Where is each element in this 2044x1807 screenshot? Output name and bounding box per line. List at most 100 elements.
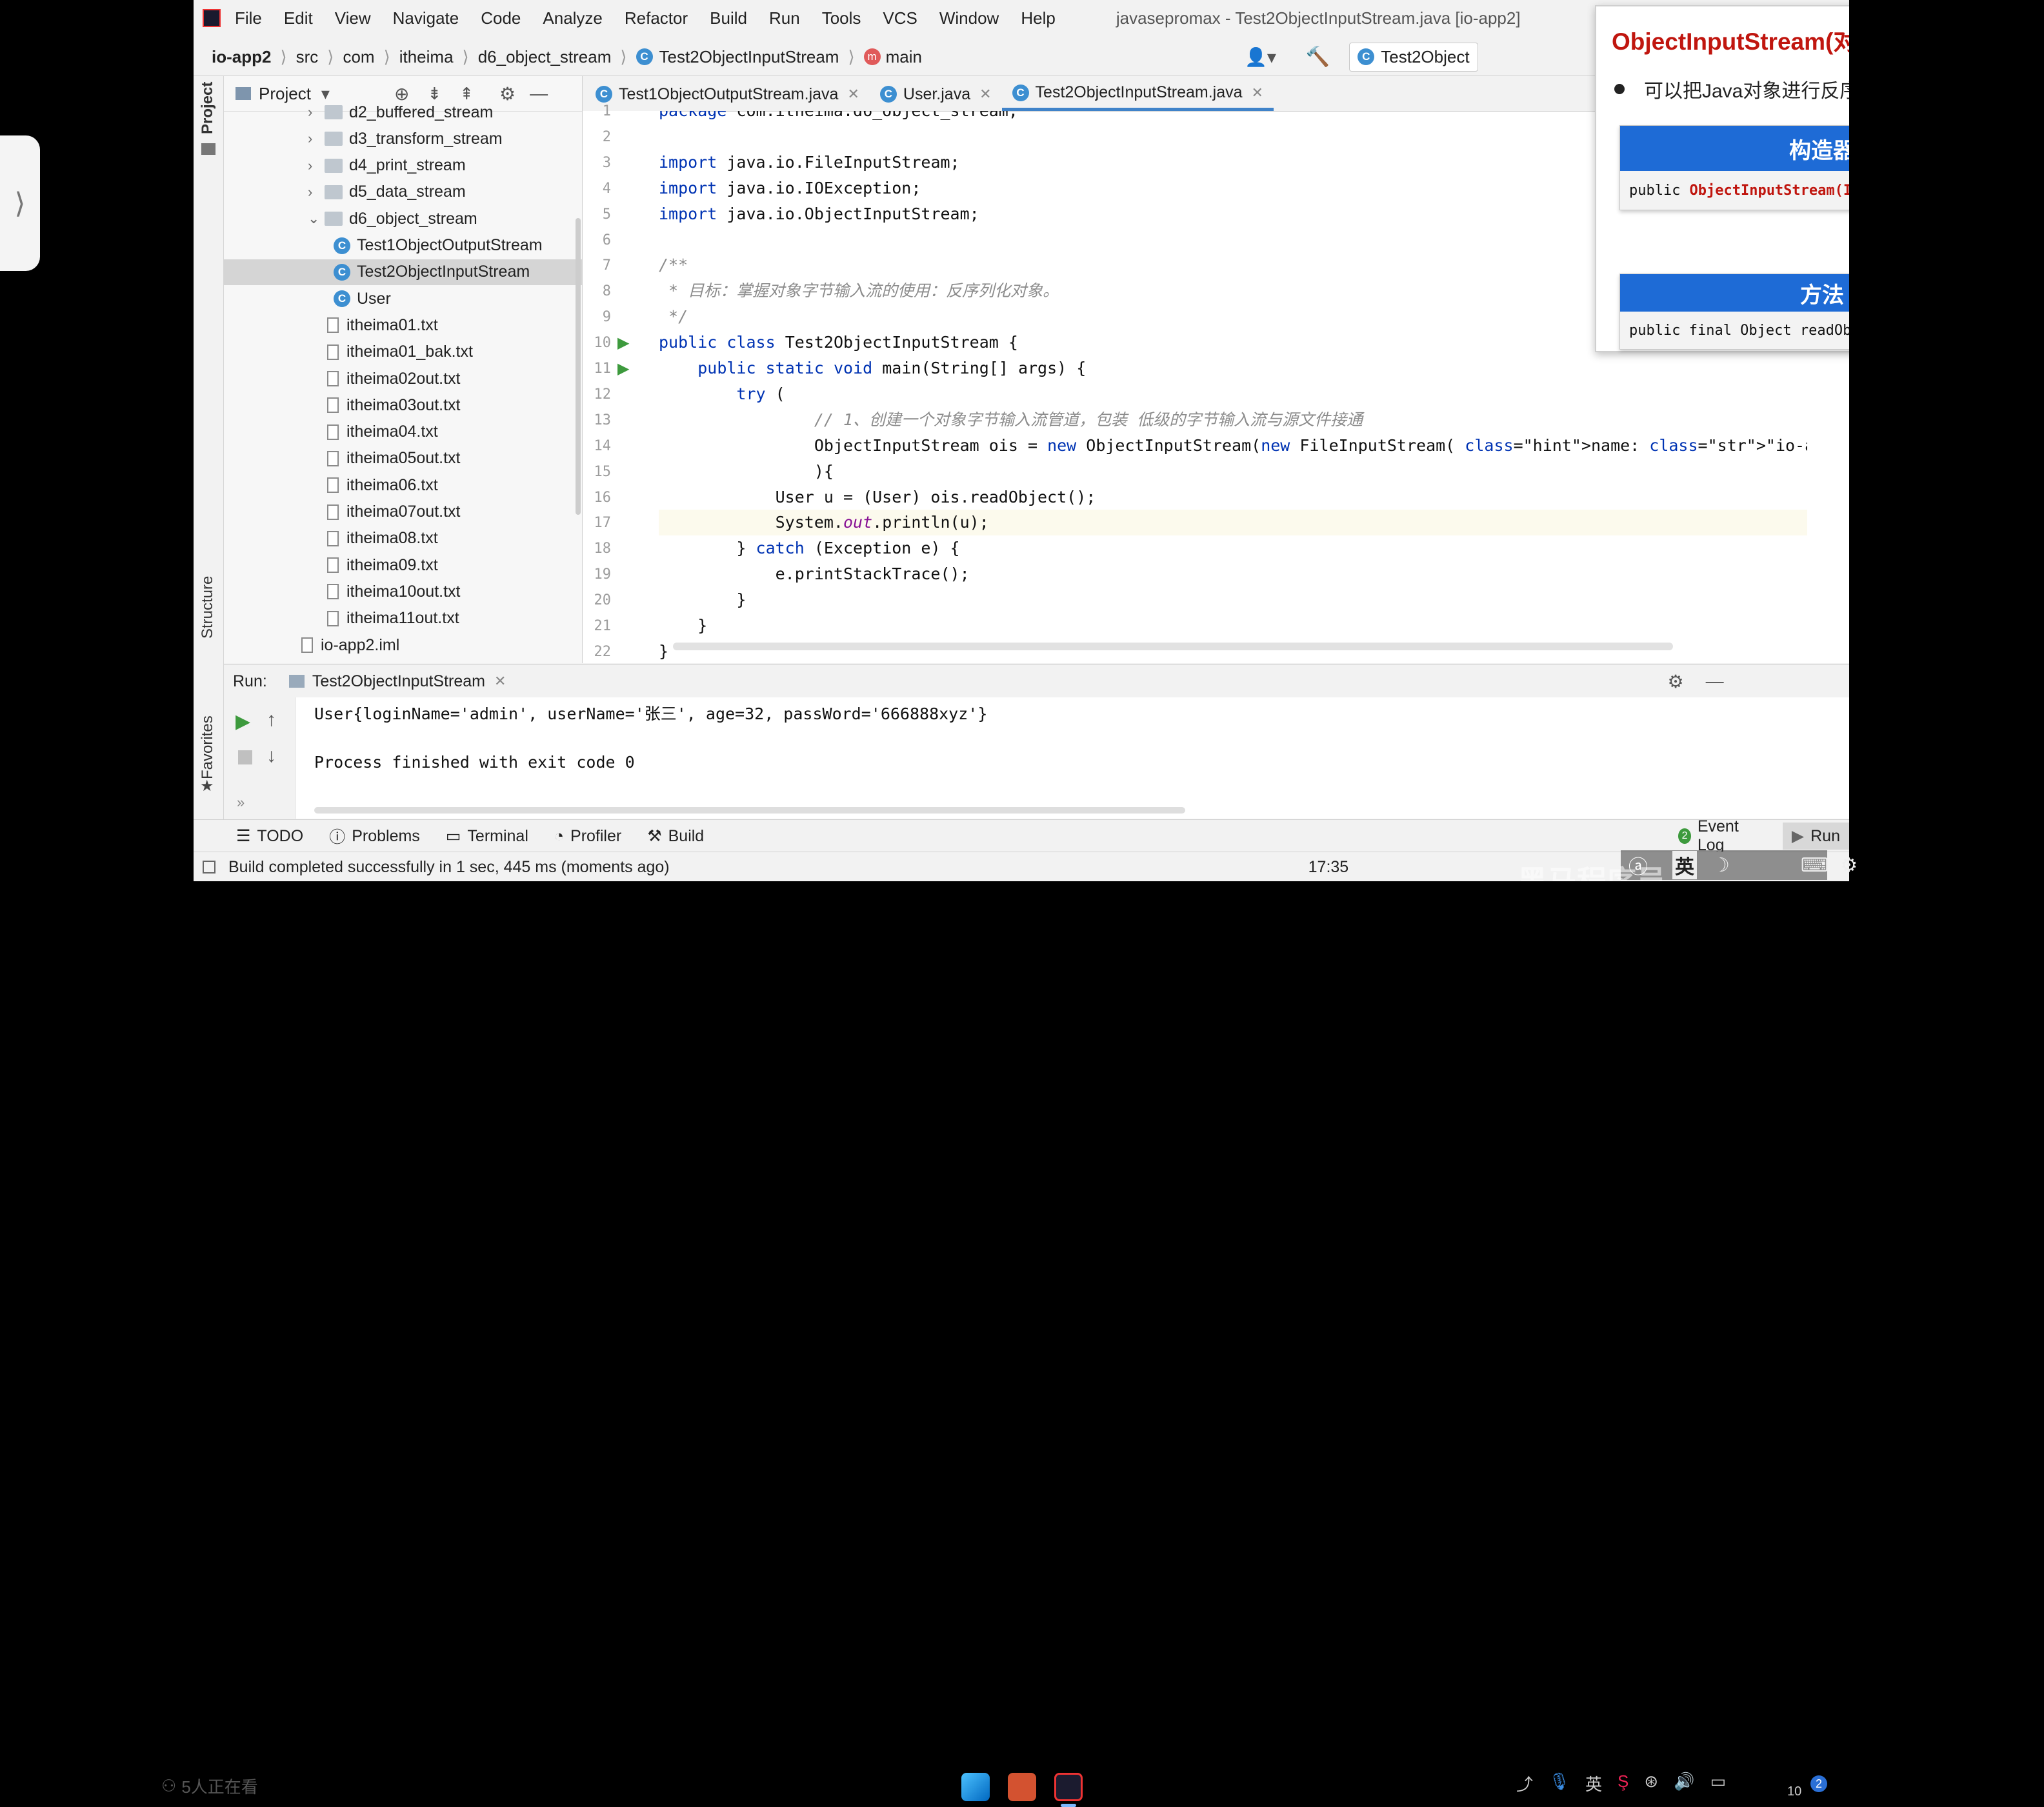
profiler-tool[interactable]: ◔ Profiler xyxy=(554,827,621,846)
ime-tray-icon[interactable]: 英 xyxy=(1585,1772,1602,1795)
event-log-tool[interactable]: 2 Event Log xyxy=(1678,817,1757,855)
run-gutter-icon[interactable]: ▶ xyxy=(617,359,629,378)
breadcrumb-itheima[interactable]: itheima xyxy=(399,47,454,67)
breadcrumb-project[interactable]: io-app2 xyxy=(212,47,271,67)
tree-item[interactable]: ⌄ d6_object_stream xyxy=(224,206,477,232)
chevron-right-icon[interactable]: › xyxy=(308,184,325,201)
menu-view[interactable]: View xyxy=(335,8,371,28)
breadcrumb-class[interactable]: Test2ObjectInputStream xyxy=(659,47,839,67)
tree-item[interactable]: › d4_print_stream xyxy=(224,153,466,179)
todo-tool[interactable]: ☰ TODO xyxy=(236,826,303,846)
s-app-icon[interactable]: Ş xyxy=(1618,1772,1628,1795)
user-icon[interactable]: 👤▾ xyxy=(1245,46,1276,68)
menu-vcs[interactable]: VCS xyxy=(883,8,917,28)
up-arrow-icon[interactable]: ↑ xyxy=(266,709,276,731)
chevron-right-icon[interactable]: › xyxy=(308,130,325,147)
tree-item[interactable]: itheima07out.txt xyxy=(224,499,461,525)
tree-item[interactable]: C Test1ObjectOutputStream xyxy=(224,233,543,259)
rerun-icon[interactable]: ▶ xyxy=(235,710,250,733)
menu-help[interactable]: Help xyxy=(1021,8,1055,28)
close-icon[interactable]: ✕ xyxy=(494,673,506,690)
tree-item[interactable]: › d5_data_stream xyxy=(224,179,466,205)
menu-analyze[interactable]: Analyze xyxy=(543,8,603,28)
tree-item[interactable]: itheima04.txt xyxy=(224,419,438,445)
close-icon[interactable]: ✕ xyxy=(847,86,859,103)
notification-badge[interactable]: 2 xyxy=(1810,1775,1827,1792)
close-icon[interactable]: ✕ xyxy=(979,86,991,103)
menu-build[interactable]: Build xyxy=(710,8,747,28)
tree-item[interactable]: › d3_transform_stream xyxy=(224,126,503,152)
menu-file[interactable]: File xyxy=(235,8,262,28)
problems-tool[interactable]: ⓘ Problems xyxy=(329,824,420,848)
minimize-icon[interactable]: — xyxy=(1706,671,1724,692)
breadcrumb-src[interactable]: src xyxy=(296,47,319,67)
down-arrow-icon[interactable]: ↓ xyxy=(266,745,276,767)
tree-item[interactable]: itheima02out.txt xyxy=(224,366,461,392)
menu-edit[interactable]: Edit xyxy=(284,8,313,28)
close-icon[interactable]: ✕ xyxy=(1252,85,1263,101)
tree-item[interactable]: itheima01_bak.txt xyxy=(224,339,473,365)
tree-item[interactable]: › d2_buffered_stream xyxy=(224,99,493,125)
tree-item[interactable]: itheima03out.txt xyxy=(224,392,461,418)
horizontal-scrollbar[interactable] xyxy=(673,643,1673,650)
volume-icon[interactable]: 🔊 xyxy=(1674,1772,1694,1795)
upload-icon[interactable]: ⤴ xyxy=(1516,1772,1533,1795)
menu-navigate[interactable]: Navigate xyxy=(393,8,459,28)
gear-icon[interactable]: ⚙ xyxy=(499,83,516,105)
tree-item[interactable]: C Test2ObjectInputStream xyxy=(224,259,582,285)
structure-tool-tab[interactable]: Structure xyxy=(199,576,217,639)
moon-icon[interactable]: ☽ xyxy=(1712,854,1730,877)
tree-item[interactable]: C User xyxy=(224,286,391,312)
run-tab[interactable]: Test2ObjectInputStream ✕ xyxy=(288,672,506,691)
build-tool[interactable]: ⚒ Build xyxy=(647,826,704,846)
editor-tab[interactable]: C Test2ObjectInputStream.java ✕ xyxy=(1001,77,1274,111)
windows-start-icon[interactable] xyxy=(961,1773,990,1801)
mic-icon[interactable]: 🎙 xyxy=(1548,1772,1570,1795)
terminal-tool[interactable]: ▭ Terminal xyxy=(446,826,528,846)
side-panel-toggle[interactable]: ⟩ xyxy=(0,135,40,271)
ime-language[interactable]: 英 xyxy=(1672,851,1697,879)
tree-item[interactable]: itheima06.txt xyxy=(224,472,438,498)
tree-item[interactable]: itheima05out.txt xyxy=(224,446,461,472)
favorites-tool-tab[interactable]: Favorites xyxy=(199,715,217,779)
tree-item[interactable]: itheima01.txt xyxy=(224,312,438,338)
breadcrumb-com[interactable]: com xyxy=(343,47,374,67)
editor-tab[interactable]: C User.java ✕ xyxy=(870,77,1002,111)
settings-icon[interactable]: ⚙ xyxy=(1840,854,1858,877)
line-number: 6 xyxy=(602,232,611,248)
tree-item[interactable]: itheima10out.txt xyxy=(224,579,461,604)
minimize-icon[interactable]: — xyxy=(530,83,548,104)
tree-item[interactable]: itheima09.txt xyxy=(224,552,438,578)
chevron-right-icon[interactable]: › xyxy=(308,104,325,121)
list-icon: ☰ xyxy=(236,827,251,845)
breadcrumb-method[interactable]: main xyxy=(886,47,922,67)
menu-code[interactable]: Code xyxy=(481,8,521,28)
chevron-down-icon[interactable]: ⌄ xyxy=(308,210,325,227)
menu-run[interactable]: Run xyxy=(769,8,800,28)
tree-item[interactable]: io-app2.iml xyxy=(224,632,399,658)
project-tool-tab[interactable]: Project xyxy=(199,82,217,134)
build-hammer-icon[interactable]: 🔨 xyxy=(1306,46,1330,68)
menu-tools[interactable]: Tools xyxy=(822,8,861,28)
run-tool[interactable]: ▶ Run xyxy=(1782,823,1849,850)
tree-item[interactable]: itheima11out.txt xyxy=(224,606,459,632)
gear-icon[interactable]: ⚙ xyxy=(1667,671,1683,692)
network-icon[interactable]: ⊛ xyxy=(1644,1772,1658,1795)
tree-item-label: d6_object_stream xyxy=(349,209,477,228)
run-gutter-icon[interactable]: ▶ xyxy=(617,334,629,352)
more-icon[interactable]: » xyxy=(237,794,245,811)
tree-item[interactable]: itheima08.txt xyxy=(224,526,438,552)
breadcrumb-package[interactable]: d6_object_stream xyxy=(478,47,612,67)
menu-refactor[interactable]: Refactor xyxy=(625,8,688,28)
menu-window[interactable]: Window xyxy=(939,8,999,28)
battery-icon[interactable]: ▭ xyxy=(1710,1772,1727,1795)
stop-icon[interactable] xyxy=(238,750,252,764)
chevron-right-icon[interactable]: › xyxy=(308,157,325,174)
editor-tab[interactable]: C Test1ObjectOutputStream.java ✕ xyxy=(585,77,870,111)
keyboard-icon[interactable]: ⌨ xyxy=(1801,854,1829,877)
run-config-select[interactable]: C Test2Object xyxy=(1349,42,1478,72)
powerpoint-icon[interactable] xyxy=(1008,1773,1036,1801)
tree-scrollbar[interactable] xyxy=(576,218,581,515)
intellij-icon[interactable] xyxy=(1054,1773,1083,1801)
console-scrollbar[interactable] xyxy=(314,807,1185,814)
